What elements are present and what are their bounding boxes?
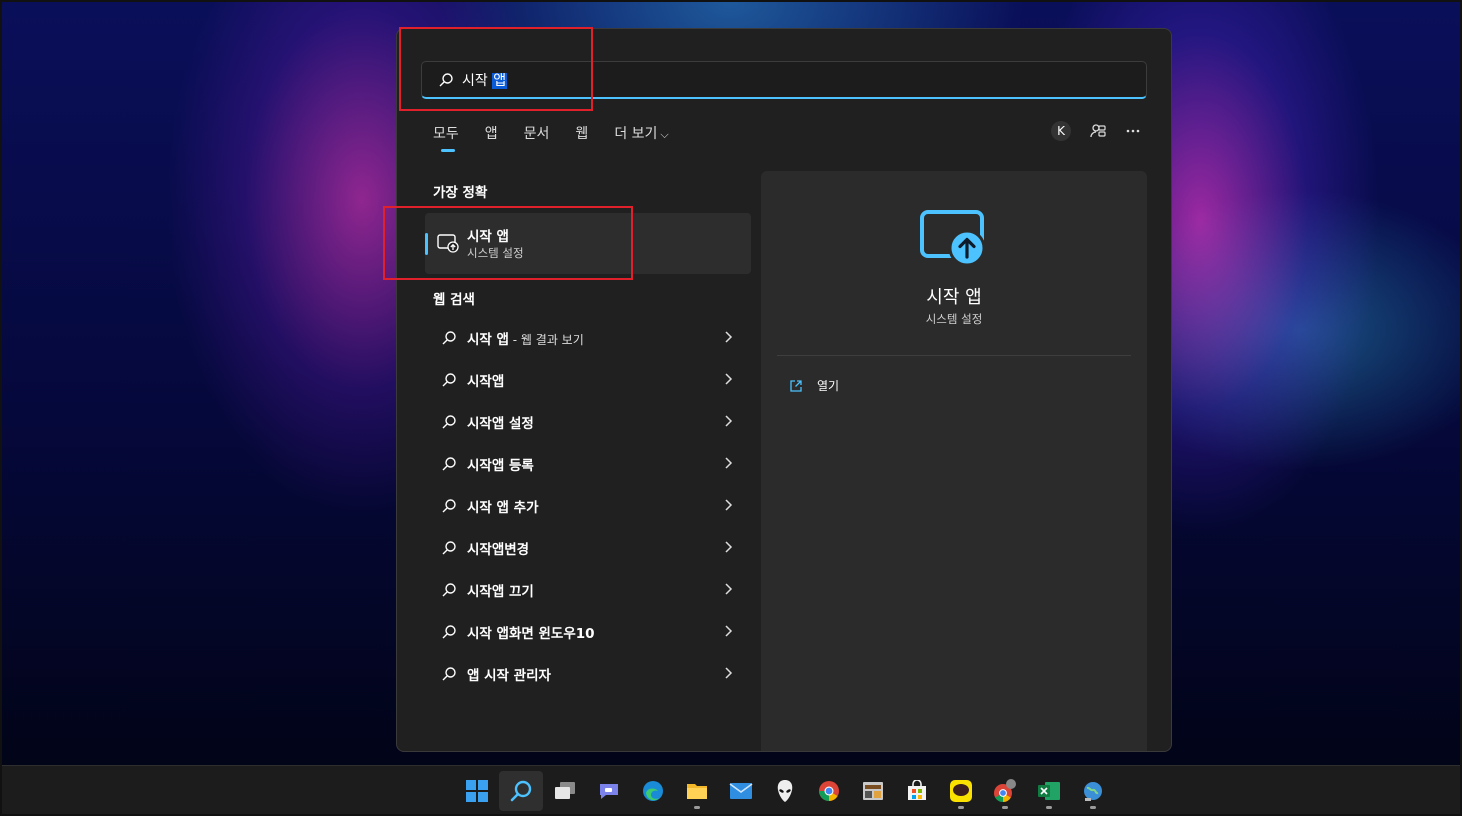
share-profile-icon[interactable]	[1089, 122, 1107, 140]
detail-divider	[777, 355, 1131, 356]
running-indicator	[1046, 806, 1052, 809]
tab-apps[interactable]: 앱	[485, 123, 498, 143]
web-result-item[interactable]: 시작앱변경	[425, 527, 751, 569]
windows-start-icon[interactable]	[455, 771, 499, 811]
tab-more[interactable]: 더 보기 ⌵	[614, 123, 668, 143]
search-icon	[442, 331, 456, 345]
web-result-item[interactable]: 시작 앱화면 윈도우10	[425, 611, 751, 653]
selection-accent	[425, 233, 428, 255]
open-external-icon	[790, 379, 802, 392]
search-query: 시작 앱	[462, 72, 508, 89]
tab-all[interactable]: 모두	[433, 123, 459, 152]
excel-icon[interactable]	[1027, 771, 1071, 811]
search-icon	[442, 373, 456, 387]
startup-apps-icon	[437, 234, 459, 253]
web-result-label: 시작 앱 추가	[467, 500, 539, 516]
open-action-label: 열기	[817, 379, 840, 393]
web-result-label: 시작앱변경	[467, 542, 530, 558]
search-input[interactable]: 시작 앱	[421, 61, 1147, 99]
web-result-item[interactable]: 시작 앱 추가	[425, 485, 751, 527]
edge-icon[interactable]	[631, 771, 675, 811]
search-icon	[442, 583, 456, 597]
running-indicator	[1090, 806, 1096, 809]
search-icon	[442, 625, 456, 639]
file-explorer-icon[interactable]	[675, 771, 719, 811]
search-icon	[442, 457, 456, 471]
search-icon[interactable]	[499, 771, 543, 811]
chevron-down-icon: ⌵	[660, 128, 669, 141]
search-icon	[439, 72, 453, 87]
detail-title: 시작 앱	[926, 287, 982, 308]
web-result-label: 시작 앱 - 웹 결과 보기	[467, 332, 584, 348]
chrome-icon[interactable]	[807, 771, 851, 811]
chevron-right-icon	[725, 625, 733, 637]
web-result-label: 시작앱	[467, 374, 505, 390]
best-match-title: 시작 앱	[467, 229, 509, 245]
alienware-icon[interactable]	[763, 771, 807, 811]
best-match-heading: 가장 정확	[433, 185, 488, 201]
best-match-item[interactable]: 시작 앱 시스템 설정	[425, 213, 751, 274]
best-match-subtitle: 시스템 설정	[467, 246, 524, 260]
more-options-icon[interactable]	[1125, 123, 1141, 139]
web-result-label: 시작앱 등록	[467, 458, 534, 474]
task-view-icon[interactable]	[543, 771, 587, 811]
chevron-right-icon	[725, 667, 733, 679]
web-search-heading: 웹 검색	[433, 292, 475, 308]
network-icon[interactable]	[1071, 771, 1115, 811]
web-result-item[interactable]: 시작앱	[425, 359, 751, 401]
web-result-item[interactable]: 시작앱 설정	[425, 401, 751, 443]
detail-subtitle: 시스템 설정	[925, 312, 983, 326]
open-action[interactable]: 열기	[789, 377, 839, 394]
start-search-panel: 시작 앱 모두 앱 문서 웹 더 보기 ⌵ K 가장 정확 시작 앱 시스템 설정…	[396, 28, 1172, 752]
running-indicator	[694, 806, 700, 809]
chevron-right-icon	[725, 373, 733, 385]
running-indicator	[1002, 806, 1008, 809]
web-result-item[interactable]: 시작 앱 - 웹 결과 보기	[425, 317, 751, 359]
web-result-item[interactable]: 시작앱 끄기	[425, 569, 751, 611]
header-actions: K	[1051, 121, 1141, 141]
mail-icon[interactable]	[719, 771, 763, 811]
web-result-item[interactable]: 시작앱 등록	[425, 443, 751, 485]
search-query-selection: 앱	[492, 72, 508, 89]
chrome-profile-icon[interactable]	[983, 771, 1027, 811]
chevron-right-icon	[725, 457, 733, 469]
chevron-right-icon	[725, 583, 733, 595]
tab-documents[interactable]: 문서	[524, 123, 550, 143]
web-result-label: 시작앱 끄기	[467, 584, 534, 600]
web-search-list: 시작 앱 - 웹 결과 보기 시작앱 시작앱 설정 시작앱 등록 시작 앱 추가…	[425, 317, 751, 695]
filter-tabs: 모두 앱 문서 웹 더 보기 ⌵	[433, 123, 695, 152]
tab-web[interactable]: 웹	[575, 123, 588, 143]
store-icon[interactable]	[895, 771, 939, 811]
chevron-right-icon	[725, 499, 733, 511]
search-icon	[442, 667, 456, 681]
kakaotalk-icon[interactable]	[939, 771, 983, 811]
search-icon	[442, 415, 456, 429]
web-result-item[interactable]: 앱 시작 관리자	[425, 653, 751, 695]
chevron-right-icon	[725, 331, 733, 343]
web-result-label: 앱 시작 관리자	[467, 668, 551, 684]
taskbar-items	[455, 771, 1115, 811]
tab-more-label: 더 보기	[614, 126, 658, 142]
app-icon[interactable]	[851, 771, 895, 811]
chat-icon[interactable]	[587, 771, 631, 811]
search-icon	[442, 499, 456, 513]
search-icon	[442, 541, 456, 555]
startup-apps-large-icon	[920, 210, 986, 267]
web-result-label: 시작앱 설정	[467, 416, 534, 432]
running-indicator	[958, 806, 964, 809]
detail-pane: 시작 앱 시스템 설정 열기	[761, 171, 1147, 751]
web-result-label: 시작 앱화면 윈도우10	[467, 626, 595, 642]
chevron-right-icon	[725, 541, 733, 553]
account-avatar[interactable]: K	[1051, 121, 1071, 141]
taskbar	[0, 765, 1462, 816]
chevron-right-icon	[725, 415, 733, 427]
